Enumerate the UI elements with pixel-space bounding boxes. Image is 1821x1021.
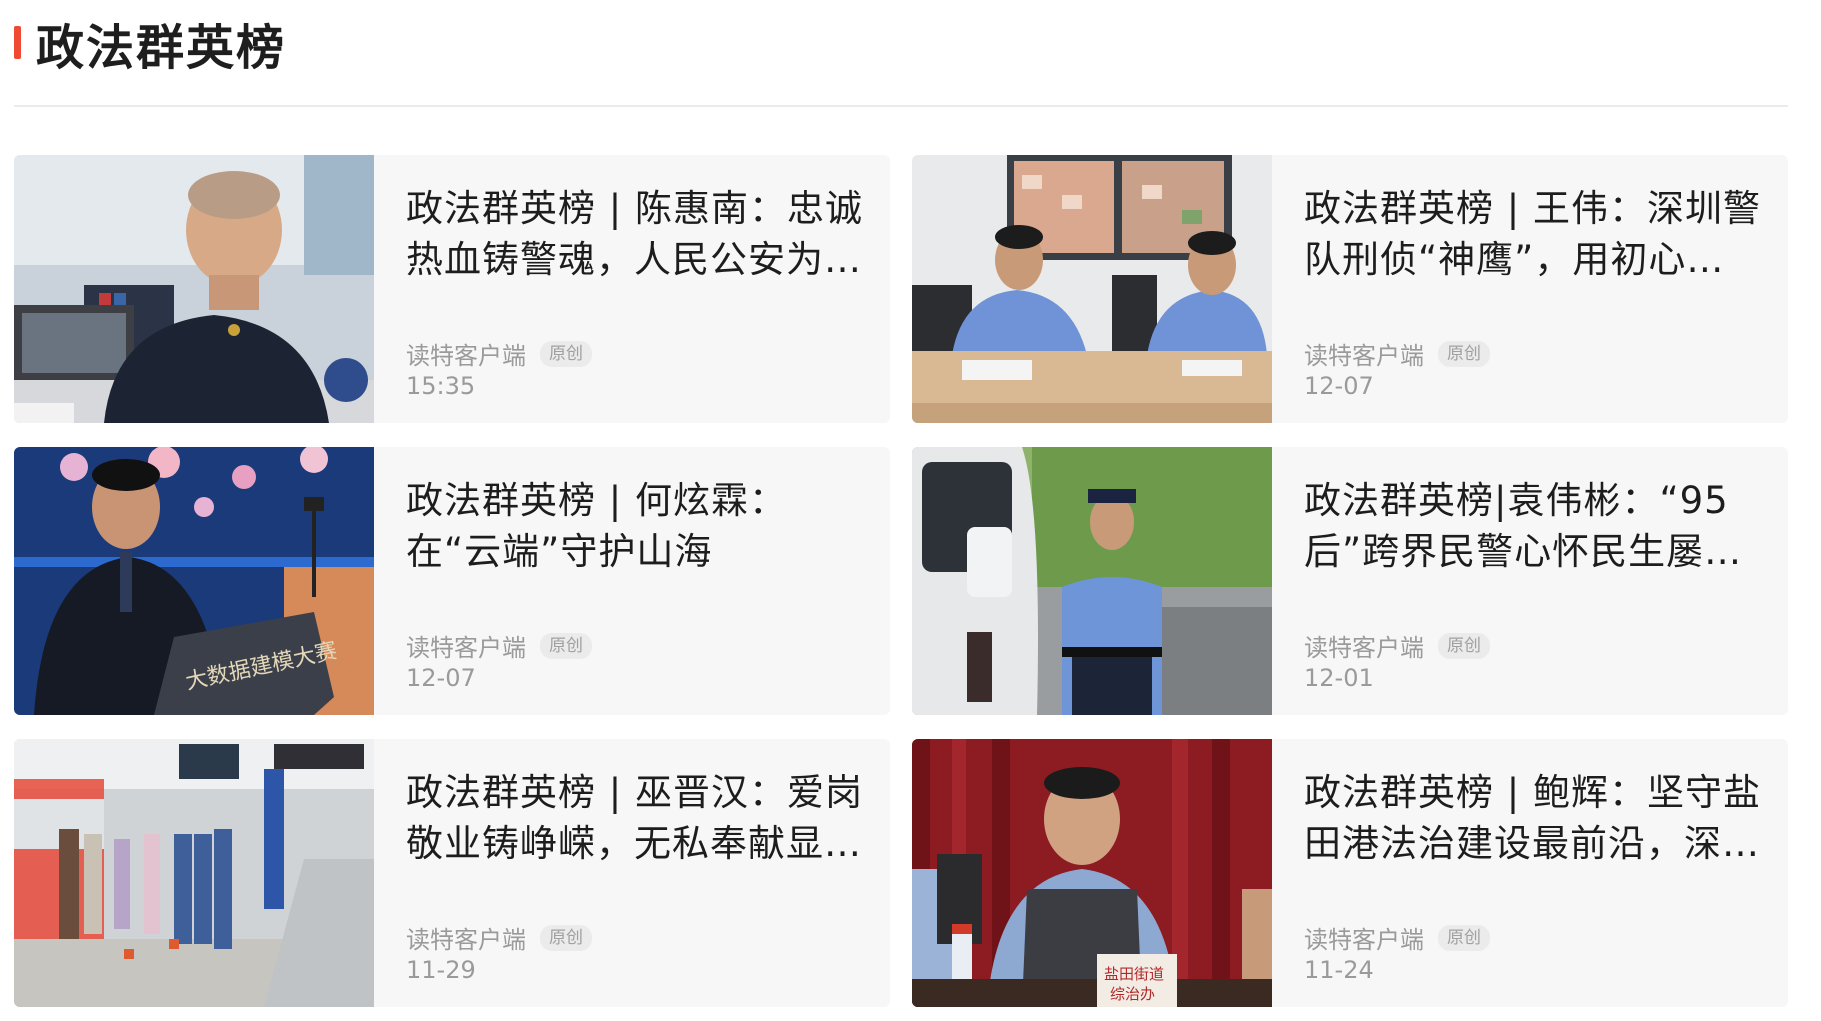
article-source: 读特客户端 <box>1304 634 1424 662</box>
article-meta: 读特客户端 原创 <box>406 628 592 663</box>
article-time: 12-07 <box>1304 372 1374 400</box>
article-title[interactable]: 政法群英榜 | 陈惠南：忠诚热血铸警魂，人民公安为… <box>406 183 870 285</box>
original-badge: 原创 <box>1438 340 1490 367</box>
article-meta: 读特客户端 原创 <box>1304 336 1490 371</box>
section-title: 政法群英榜 <box>36 20 287 76</box>
officer-at-podium-photo[interactable]: 大数据建模大赛 <box>14 447 374 715</box>
article-source: 读特客户端 <box>1304 342 1424 370</box>
article-title[interactable]: 政法群英榜|袁伟彬：“95后”跨界民警心怀民生屡… <box>1304 475 1768 577</box>
article-meta: 读特客户端 原创 <box>406 920 592 955</box>
article-time: 11-29 <box>406 956 476 984</box>
article-source: 读特客户端 <box>406 342 526 370</box>
original-badge: 原创 <box>540 924 592 951</box>
section-accent-bar <box>14 26 21 59</box>
article-source: 读特客户端 <box>406 634 526 662</box>
officer-by-van-photo[interactable] <box>912 447 1272 715</box>
original-badge: 原创 <box>540 632 592 659</box>
article-meta: 读特客户端 原创 <box>406 336 592 371</box>
article-time: 11-24 <box>1304 956 1374 984</box>
original-badge: 原创 <box>1438 924 1490 951</box>
article-title[interactable]: 政法群英榜 | 鲍辉：坚守盐田港法治建设最前沿，深… <box>1304 767 1768 869</box>
article-time: 15:35 <box>406 372 476 400</box>
original-badge: 原创 <box>540 340 592 367</box>
officers-on-metro-platform-photo[interactable] <box>14 739 374 1007</box>
article-time: 12-01 <box>1304 664 1374 692</box>
article-card[interactable]: 政法群英榜 | 王伟：深圳警队刑侦“神鹰”，用初心… 读特客户端 原创 12-0… <box>912 155 1788 423</box>
officer-at-desk-photo[interactable] <box>14 155 374 423</box>
article-title[interactable]: 政法群英榜 | 王伟：深圳警队刑侦“神鹰”，用初心… <box>1304 183 1768 285</box>
article-card[interactable]: 政法群英榜 | 巫晋汉：爱岗敬业铸峥嵘，无私奉献显… 读特客户端 原创 11-2… <box>14 739 890 1007</box>
article-card[interactable]: 盐田街道 综治办 政法群英榜 | 鲍辉：坚守盐田港法治建设最前沿，深… 读特客户… <box>912 739 1788 1007</box>
svg-text:盐田街道: 盐田街道 <box>1104 965 1164 983</box>
original-badge: 原创 <box>1438 632 1490 659</box>
article-title[interactable]: 政法群英榜 | 何炫霖：在“云端”守护山海 <box>406 475 870 577</box>
article-time: 12-07 <box>406 664 476 692</box>
article-card[interactable]: 大数据建模大赛 政法群英榜 | 何炫霖：在“云端”守护山海 读特客户端 原创 1… <box>14 447 890 715</box>
article-meta: 读特客户端 原创 <box>1304 920 1490 955</box>
article-meta: 读特客户端 原创 <box>1304 628 1490 663</box>
article-source: 读特客户端 <box>1304 926 1424 954</box>
article-source: 读特客户端 <box>406 926 526 954</box>
article-card[interactable]: 政法群英榜 | 陈惠南：忠诚热血铸警魂，人民公安为… 读特客户端 原创 15:3… <box>14 155 890 423</box>
article-card[interactable]: 政法群英榜|袁伟彬：“95后”跨界民警心怀民生屡… 读特客户端 原创 12-01 <box>912 447 1788 715</box>
two-officers-writing-photo[interactable] <box>912 155 1272 423</box>
section-header: 政法群英榜 <box>14 0 1788 107</box>
article-title[interactable]: 政法群英榜 | 巫晋汉：爱岗敬业铸峥嵘，无私奉献显… <box>406 767 870 869</box>
speaker-at-meeting-photo[interactable]: 盐田街道 综治办 <box>912 739 1272 1007</box>
svg-text:综治办: 综治办 <box>1110 985 1155 1003</box>
